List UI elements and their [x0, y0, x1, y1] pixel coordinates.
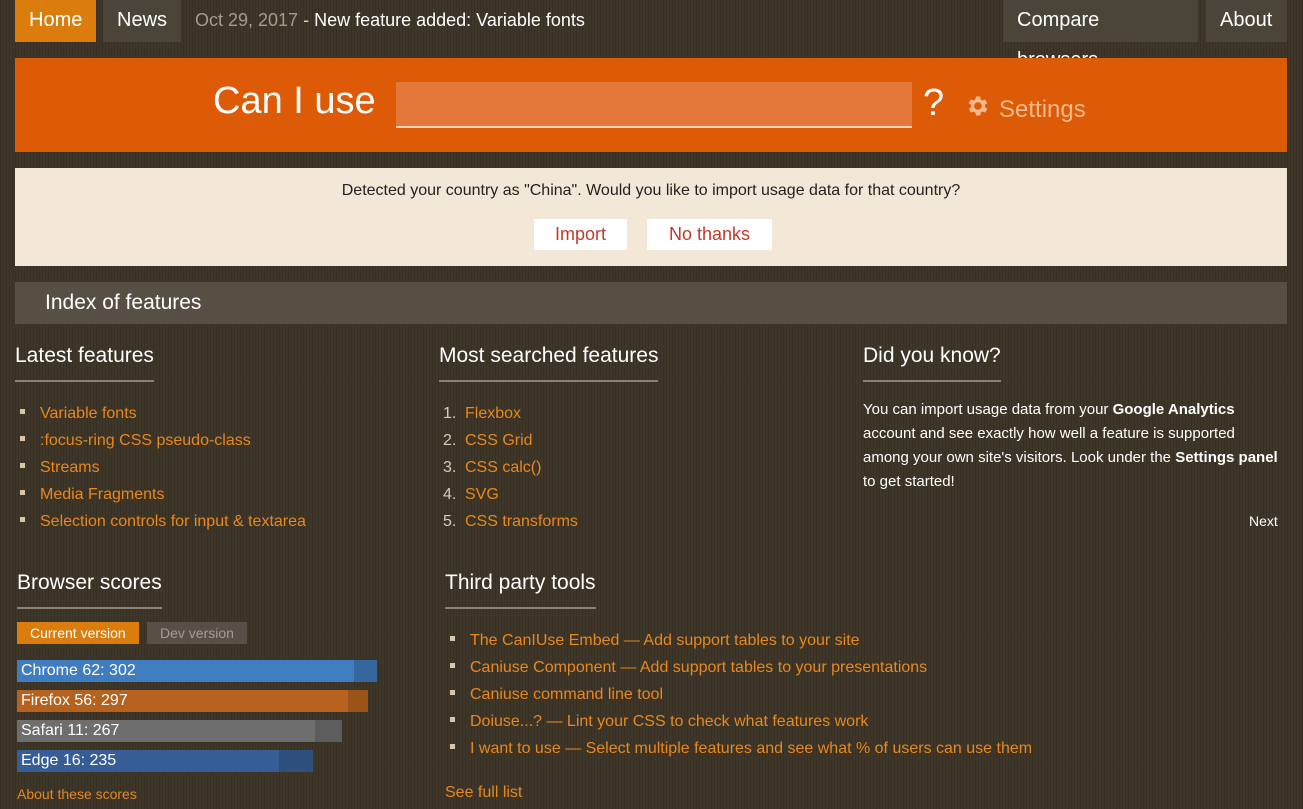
feature-link[interactable]: Streams: [40, 459, 100, 476]
see-full-list-link[interactable]: See full list: [445, 784, 522, 802]
bullet: [20, 517, 25, 523]
tip-text: You can import usage data from your: [863, 401, 1113, 418]
no-thanks-button[interactable]: No thanks: [647, 219, 772, 250]
tool-link[interactable]: Caniuse command line tool: [470, 686, 663, 703]
tab-dev-version[interactable]: Dev version: [147, 622, 247, 644]
bullet: [20, 490, 25, 496]
third-party-tools-heading: Third party tools: [445, 571, 596, 609]
score-bar-label: Safari 11: 267: [21, 722, 120, 739]
search-label: Can I use: [213, 80, 376, 122]
latest-features-heading: Latest features: [15, 344, 154, 382]
next-tip-button[interactable]: Next: [1249, 513, 1278, 529]
bullet: [20, 436, 25, 442]
list-item: Doiuse...? — Lint your CSS to check what…: [450, 708, 1032, 735]
nav-news-link[interactable]: News: [103, 0, 181, 42]
nav-compare-browsers-link[interactable]: Compare browsers: [1003, 0, 1198, 71]
feature-link[interactable]: :focus-ring CSS pseudo-class: [40, 432, 251, 449]
list-item: 2. CSS Grid: [443, 427, 578, 454]
most-searched-heading: Most searched features: [439, 344, 659, 382]
score-bar-label: Firefox 56: 297: [21, 692, 128, 709]
feature-link[interactable]: Media Fragments: [40, 486, 165, 503]
item-number: 4.: [443, 486, 457, 503]
list-item: Streams: [20, 454, 306, 481]
score-bar-label: Edge 16: 235: [21, 752, 117, 769]
list-item: I want to use — Select multiple features…: [450, 735, 1032, 762]
item-number: 1.: [443, 405, 457, 422]
news-title-link[interactable]: New feature added: Variable fonts: [314, 10, 585, 30]
search-banner: Can I use ? Settings: [15, 58, 1287, 152]
news-headline: Oct 29, 2017 - New feature added: Variab…: [195, 0, 585, 40]
most-searched-list: 1. Flexbox 2. CSS Grid 3. CSS calc() 4. SVG …: [443, 400, 578, 535]
settings-button[interactable]: Settings: [965, 93, 1086, 126]
list-item: Caniuse command line tool: [450, 681, 1032, 708]
score-bar-label: Chrome 62: 302: [21, 662, 136, 679]
tip-bold-settings-panel: Settings panel: [1175, 449, 1278, 466]
list-item: Variable fonts: [20, 400, 306, 427]
gear-icon: [965, 93, 991, 126]
item-number: 5.: [443, 513, 457, 530]
did-you-know-heading: Did you know?: [863, 344, 1001, 382]
tool-link[interactable]: I want to use — Select multiple features…: [470, 740, 1032, 757]
bullet: [20, 463, 25, 469]
item-number: 3.: [443, 459, 457, 476]
item-number: 2.: [443, 432, 457, 449]
feature-link[interactable]: CSS calc(): [465, 459, 541, 476]
question-mark: ?: [923, 82, 945, 124]
list-item: Media Fragments: [20, 481, 306, 508]
tab-current-version[interactable]: Current version: [17, 622, 139, 644]
third-party-tools-list: The CanIUse Embed — Add support tables t…: [450, 627, 1032, 762]
bullet: [450, 744, 455, 750]
list-item: Selection controls for input & textarea: [20, 508, 306, 535]
list-item: 1. Flexbox: [443, 400, 578, 427]
list-item: Caniuse Component — Add support tables t…: [450, 654, 1032, 681]
feature-link[interactable]: Flexbox: [465, 405, 521, 422]
top-nav: Home News Oct 29, 2017 - New feature add…: [0, 0, 1303, 71]
list-item: The CanIUse Embed — Add support tables t…: [450, 627, 1032, 654]
list-item: :focus-ring CSS pseudo-class: [20, 427, 306, 454]
settings-label: Settings: [999, 95, 1086, 123]
tool-link[interactable]: Caniuse Component — Add support tables t…: [470, 659, 927, 676]
did-you-know-text: You can import usage data from your Goog…: [863, 398, 1278, 494]
about-scores-link[interactable]: About these scores: [17, 786, 137, 802]
browser-scores-heading: Browser scores: [17, 571, 162, 609]
news-date: Oct 29, 2017: [195, 10, 299, 30]
index-of-features-bar: Index of features: [15, 282, 1287, 324]
country-import-notice: Detected your country as "China". Would …: [15, 168, 1287, 266]
bullet: [450, 663, 455, 669]
bullet: [450, 717, 455, 723]
notice-text: Detected your country as "China". Would …: [341, 182, 961, 199]
list-item: 4. SVG: [443, 481, 578, 508]
bullet: [450, 636, 455, 642]
tool-link[interactable]: The CanIUse Embed — Add support tables t…: [470, 632, 860, 649]
tool-link[interactable]: Doiuse...? — Lint your CSS to check what…: [470, 713, 868, 730]
tip-text: to get started!: [863, 473, 955, 490]
import-button[interactable]: Import: [534, 219, 627, 250]
search-input[interactable]: [396, 82, 912, 128]
index-title: Index of features: [45, 291, 202, 314]
feature-link[interactable]: SVG: [465, 486, 499, 503]
news-separator: -: [298, 10, 315, 30]
bullet: [450, 690, 455, 696]
bullet: [20, 409, 25, 415]
feature-link[interactable]: Variable fonts: [40, 405, 137, 422]
tip-bold-google-analytics: Google Analytics: [1112, 401, 1235, 418]
nav-home-link[interactable]: Home: [15, 0, 96, 42]
latest-features-list: Variable fonts :focus-ring CSS pseudo-cl…: [20, 400, 306, 535]
feature-link[interactable]: CSS transforms: [465, 513, 578, 530]
list-item: 3. CSS calc(): [443, 454, 578, 481]
list-item: 5. CSS transforms: [443, 508, 578, 535]
nav-about-link[interactable]: About: [1206, 0, 1287, 42]
feature-link[interactable]: CSS Grid: [465, 432, 533, 449]
feature-link[interactable]: Selection controls for input & textarea: [40, 513, 306, 530]
